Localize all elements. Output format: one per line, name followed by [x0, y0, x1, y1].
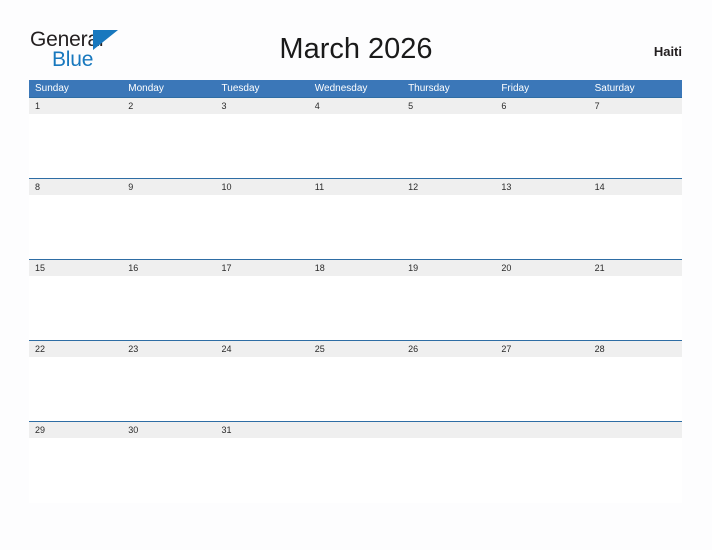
- weekday-header-row: Sunday Monday Tuesday Wednesday Thursday…: [29, 80, 682, 97]
- weekday-header-monday: Monday: [128, 83, 164, 94]
- week-row: 15 16 17 18 19 20 21: [29, 259, 682, 341]
- day-cell[interactable]: 3: [216, 98, 309, 114]
- date-band: 15 16 17 18 19 20 21: [29, 260, 682, 276]
- day-cell[interactable]: 9: [122, 179, 215, 195]
- week-row: 8 9 10 11 12 13 14: [29, 178, 682, 260]
- calendar-grid: Sunday Monday Tuesday Wednesday Thursday…: [29, 80, 682, 503]
- day-cell[interactable]: 16: [122, 260, 215, 276]
- week-row: 1 2 3 4 5 6 7: [29, 97, 682, 179]
- week-note-area[interactable]: [29, 438, 682, 503]
- date-band: 1 2 3 4 5 6 7: [29, 98, 682, 114]
- page-header: General Blue March 2026 Haiti: [0, 0, 712, 80]
- day-cell[interactable]: 1: [29, 98, 122, 114]
- day-cell[interactable]: 15: [29, 260, 122, 276]
- day-cell-empty: [309, 422, 402, 438]
- day-cell[interactable]: 19: [402, 260, 495, 276]
- weekday-header-wednesday: Wednesday: [314, 83, 368, 94]
- week-row: 29 30 31: [29, 421, 682, 503]
- page-title: March 2026: [279, 33, 433, 65]
- weekday-header-saturday: Saturday: [594, 83, 635, 94]
- day-cell[interactable]: 11: [309, 179, 402, 195]
- week-note-area[interactable]: [29, 114, 682, 179]
- day-cell[interactable]: 6: [495, 98, 588, 114]
- weekday-header-sunday: Sunday: [35, 83, 69, 94]
- day-cell[interactable]: 2: [122, 98, 215, 114]
- week-note-area[interactable]: [29, 195, 682, 260]
- day-cell-empty: [589, 422, 682, 438]
- day-cell[interactable]: 5: [402, 98, 495, 114]
- day-cell[interactable]: 26: [402, 341, 495, 357]
- weekday-header-thursday: Thursday: [408, 83, 450, 94]
- day-cell[interactable]: 20: [495, 260, 588, 276]
- day-cell[interactable]: 23: [122, 341, 215, 357]
- week-note-area[interactable]: [29, 276, 682, 341]
- day-cell[interactable]: 10: [216, 179, 309, 195]
- day-cell[interactable]: 14: [589, 179, 682, 195]
- day-cell[interactable]: 29: [29, 422, 122, 438]
- day-cell[interactable]: 13: [495, 179, 588, 195]
- locale-label: Haiti: [653, 44, 682, 59]
- day-cell[interactable]: 12: [402, 179, 495, 195]
- day-cell[interactable]: 25: [309, 341, 402, 357]
- day-cell[interactable]: 18: [309, 260, 402, 276]
- date-band: 29 30 31: [29, 422, 682, 438]
- day-cell[interactable]: 21: [589, 260, 682, 276]
- weekday-header-friday: Friday: [501, 83, 530, 94]
- day-cell[interactable]: 8: [29, 179, 122, 195]
- day-cell-empty: [402, 422, 495, 438]
- day-cell-empty: [495, 422, 588, 438]
- day-cell[interactable]: 4: [309, 98, 402, 114]
- week-note-area[interactable]: [29, 357, 682, 422]
- day-cell[interactable]: 7: [589, 98, 682, 114]
- day-cell[interactable]: 30: [122, 422, 215, 438]
- date-band: 22 23 24 25 26 27 28: [29, 341, 682, 357]
- day-cell[interactable]: 22: [29, 341, 122, 357]
- day-cell[interactable]: 31: [216, 422, 309, 438]
- week-row: 22 23 24 25 26 27 28: [29, 340, 682, 422]
- day-cell[interactable]: 17: [216, 260, 309, 276]
- day-cell[interactable]: 27: [495, 341, 588, 357]
- day-cell[interactable]: 24: [216, 341, 309, 357]
- weekday-header-tuesday: Tuesday: [221, 83, 260, 94]
- date-band: 8 9 10 11 12 13 14: [29, 179, 682, 195]
- day-cell[interactable]: 28: [589, 341, 682, 357]
